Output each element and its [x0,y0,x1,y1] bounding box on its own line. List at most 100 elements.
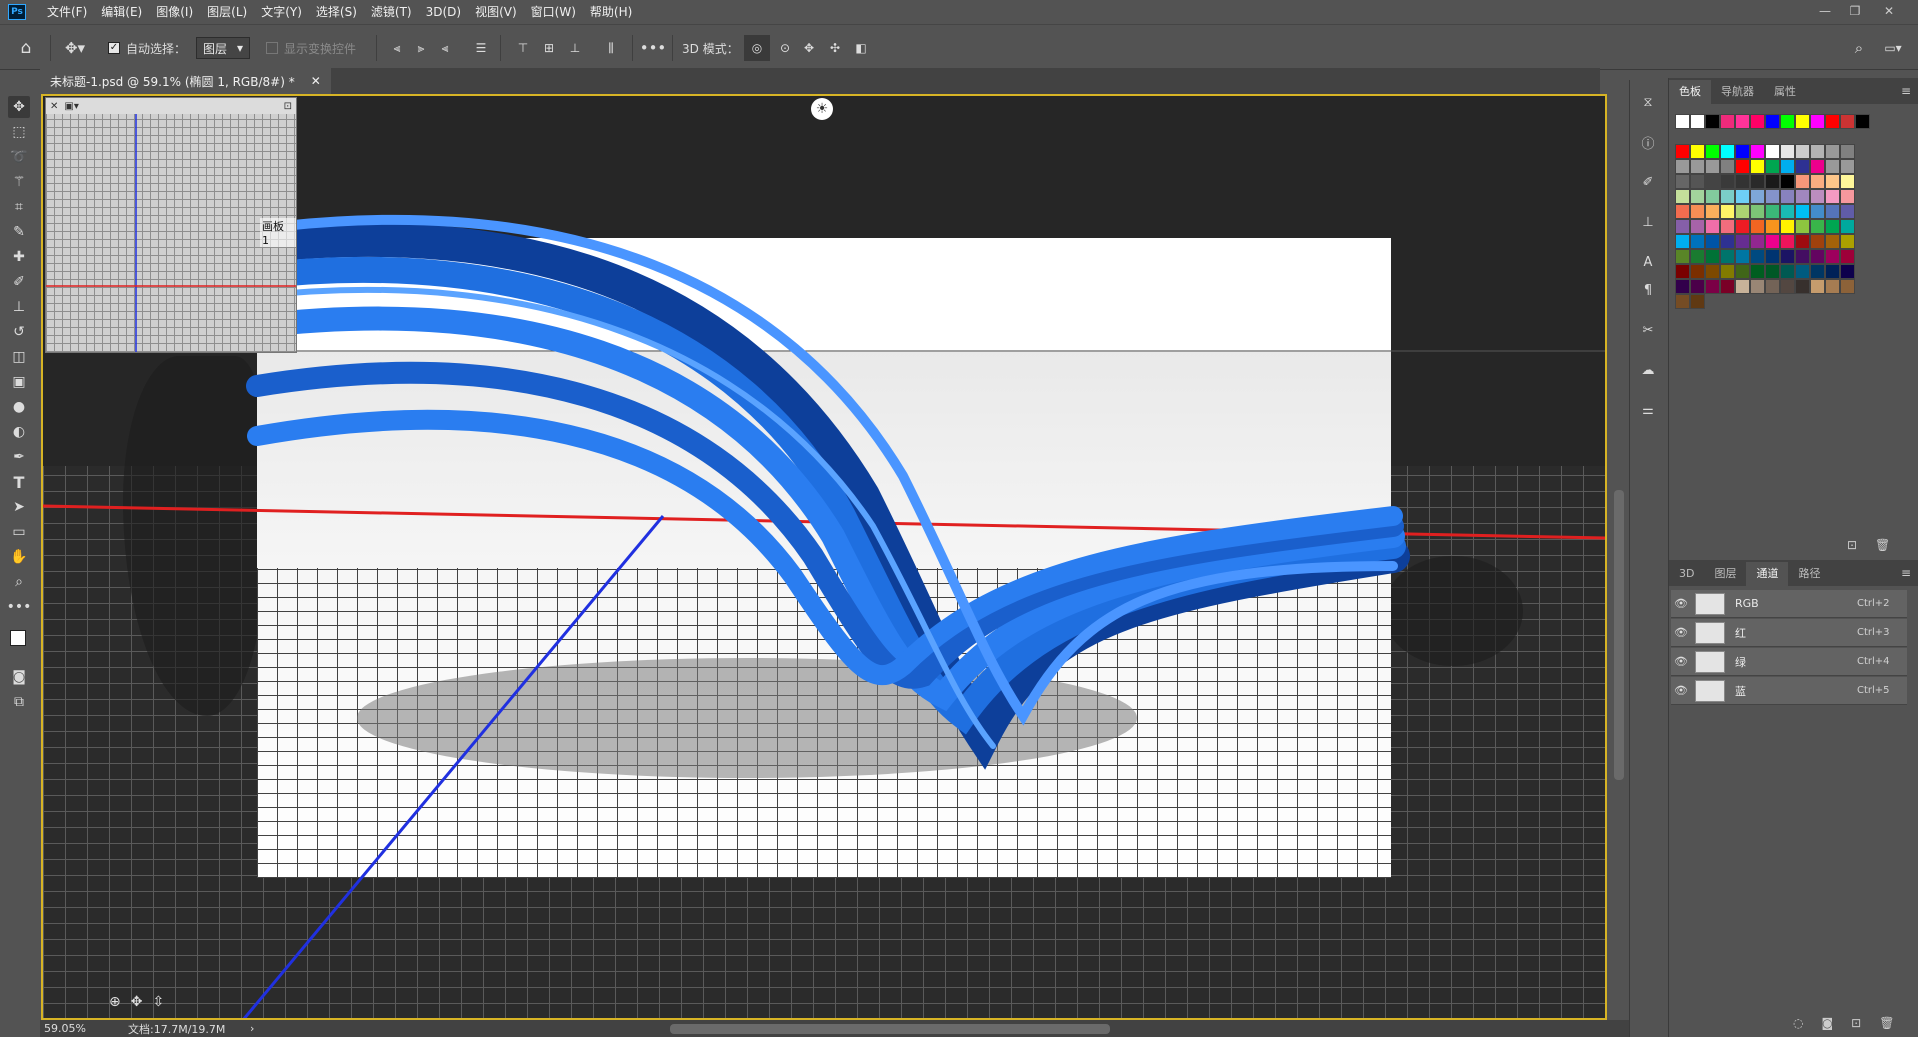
swatch[interactable] [1810,174,1825,189]
adjustments-icon[interactable]: ⚌ [1638,400,1658,420]
character-icon[interactable]: A [1638,252,1658,272]
swatch[interactable] [1675,144,1690,159]
swatch[interactable] [1690,249,1705,264]
swatch[interactable] [1750,249,1765,264]
vertical-scrollbar[interactable] [1614,490,1624,780]
blur-tool-icon[interactable]: ● [8,396,30,418]
swatch[interactable] [1795,249,1810,264]
menu-layer[interactable]: 图层(L) [200,0,254,24]
menu-window[interactable]: 窗口(W) [524,0,583,24]
close-tab-icon[interactable]: ✕ [311,74,321,88]
align-left-icon[interactable]: ⫷ [386,35,408,61]
swatch[interactable] [1765,264,1780,279]
swatch[interactable] [1810,189,1825,204]
distribute-vertical-icon[interactable]: ⫼ [600,35,622,61]
pan-view-icon[interactable]: ✥ [131,994,143,1010]
swatch[interactable] [1765,204,1780,219]
swatch[interactable] [1675,234,1690,249]
swatch[interactable] [1705,174,1720,189]
swatch[interactable] [1675,279,1690,294]
swatch[interactable] [1840,249,1855,264]
show-transform-controls[interactable]: 显示变换控件 [266,35,356,61]
swatch[interactable] [1780,264,1795,279]
swatch[interactable] [1780,219,1795,234]
visibility-eye-icon[interactable]: 👁 [1671,655,1691,668]
auto-select-toggle[interactable]: ✓ 自动选择： [108,35,186,61]
swatch[interactable] [1810,204,1825,219]
history-icon[interactable]: ⧖ [1638,92,1658,112]
align-hcenter-icon[interactable]: ⫸ [410,35,432,61]
eyedropper-tool-icon[interactable]: ✎ [8,221,30,243]
rectangle-tool-icon[interactable]: ▭ [8,521,30,543]
swatch[interactable] [1795,219,1810,234]
history-brush-tool-icon[interactable]: ↺ [8,321,30,343]
swatch[interactable] [1690,204,1705,219]
panel-menu-icon[interactable]: ≡ [1893,566,1918,586]
menu-edit[interactable]: 编辑(E) [94,0,149,24]
swatch[interactable] [1825,279,1840,294]
swatch[interactable] [1780,249,1795,264]
new-channel-icon[interactable]: ⊡ [1851,1016,1861,1030]
swatch[interactable] [1855,114,1870,129]
swatch[interactable] [1750,264,1765,279]
swatch[interactable] [1825,114,1840,129]
auto-select-checkbox[interactable]: ✓ [108,42,120,54]
swatch[interactable] [1765,189,1780,204]
swatch[interactable] [1690,234,1705,249]
swatch[interactable] [1690,279,1705,294]
swatch[interactable] [1780,234,1795,249]
swatch[interactable] [1675,264,1690,279]
swatch[interactable] [1765,144,1780,159]
swatch[interactable] [1795,204,1810,219]
swatch[interactable] [1765,114,1780,129]
tab-3d[interactable]: 3D [1669,562,1704,586]
clone-stamp-tool-icon[interactable]: ⊥ [8,296,30,318]
brush-tool-icon[interactable]: ✐ [8,271,30,293]
swatch[interactable] [1735,279,1750,294]
swatch[interactable] [1750,219,1765,234]
magic-wand-tool-icon[interactable]: ⚚ [8,171,30,193]
swatch[interactable] [1690,219,1705,234]
tab-layers[interactable]: 图层 [1704,562,1746,586]
swatch[interactable] [1720,279,1735,294]
save-selection-icon[interactable]: ◙ [1821,1016,1833,1030]
swatch[interactable] [1705,114,1720,129]
swatch[interactable] [1825,144,1840,159]
3d-scale-icon[interactable]: ◧ [848,35,874,61]
swatch[interactable] [1825,204,1840,219]
status-expand-icon[interactable]: › [250,1022,254,1035]
menu-3d[interactable]: 3D(D) [419,0,468,24]
swatch[interactable] [1780,174,1795,189]
swatch[interactable] [1720,264,1735,279]
lasso-tool-icon[interactable]: ➰ [8,146,30,168]
swatch[interactable] [1825,174,1840,189]
document-tab[interactable]: 未标题-1.psd @ 59.1% (椭圆 1, RGB/8#) * ✕ [40,68,331,94]
pen-tool-icon[interactable]: ✒ [8,446,30,468]
swatch[interactable] [1810,144,1825,159]
tab-properties[interactable]: 属性 [1764,80,1806,104]
swatch[interactable] [1690,159,1705,174]
swatch[interactable] [1840,264,1855,279]
swatch[interactable] [1750,279,1765,294]
marquee-tool-icon[interactable]: ⬚ [8,121,30,143]
close-icon[interactable]: ✕ [1876,0,1902,22]
swatch[interactable] [1750,174,1765,189]
visibility-eye-icon[interactable]: 👁 [1671,684,1691,697]
swatch[interactable] [1825,219,1840,234]
layer-group-select[interactable]: 图层 ▾ [196,35,251,61]
channel-row-green[interactable]: 👁 绿 Ctrl+4 [1671,648,1907,676]
swatch[interactable] [1825,249,1840,264]
swatch[interactable] [1690,264,1705,279]
swatch[interactable] [1780,144,1795,159]
swatch[interactable] [1675,174,1690,189]
swatch[interactable] [1795,189,1810,204]
3d-pan-icon[interactable]: ✥ [796,35,822,61]
delete-swatch-icon[interactable]: 🗑 [1875,538,1890,552]
swatch[interactable] [1810,114,1825,129]
swatch[interactable] [1735,264,1750,279]
swatch[interactable] [1720,159,1735,174]
swatch[interactable] [1735,144,1750,159]
view-menu-icon[interactable]: ▣▾ [64,101,78,112]
swatch[interactable] [1765,219,1780,234]
quick-mask-icon[interactable]: ◙ [8,666,30,688]
